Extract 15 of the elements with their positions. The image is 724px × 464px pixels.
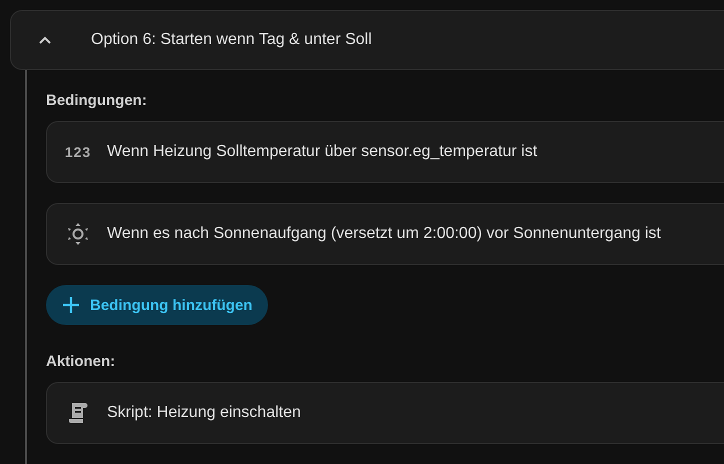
condition-card[interactable]: Wenn es nach Sonnenaufgang (versetzt um 2:00:00) vor Sonnenuntergang ist <box>46 203 724 265</box>
condition-card[interactable]: Skript: Heizung einschalten <box>46 382 724 444</box>
condition-card[interactable]: 123 Wenn Heizung Solltemperatur über sensor.eg_temperatur ist <box>46 121 724 183</box>
card-text: Wenn Heizung Solltemperatur über sensor.eg_temperatur ist <box>107 143 538 161</box>
option-header[interactable]: Option 6: Starten wenn Tag & unter Soll <box>10 10 724 70</box>
option-title: Option 6: Starten wenn Tag & unter Soll <box>91 31 372 49</box>
plus-icon <box>62 296 80 314</box>
numeric-icon: 123 <box>64 144 92 160</box>
add-condition-button[interactable]: Bedingung hinzufügen <box>46 285 268 325</box>
card-text: Skript: Heizung einschalten <box>107 404 301 422</box>
scroll-icon <box>68 402 88 424</box>
section-label: Bedingungen: <box>46 92 148 109</box>
card-text: Wenn es nach Sonnenaufgang (versetzt um 2:00:00) vor Sonnenuntergang ist <box>107 225 661 243</box>
sun-icon <box>67 223 89 245</box>
section-label: Aktionen: <box>46 353 116 370</box>
